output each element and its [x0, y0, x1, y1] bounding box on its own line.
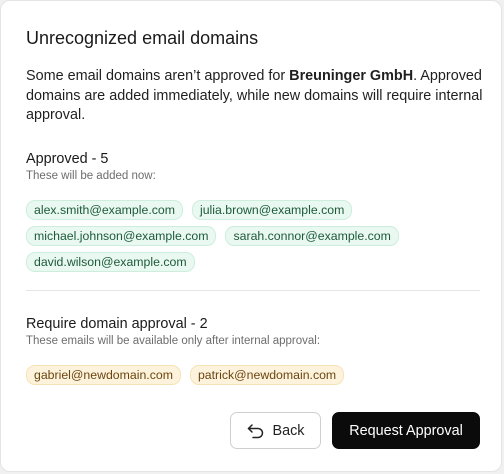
- description-prefix: Some email domains aren’t approved for: [26, 68, 290, 84]
- approved-section-subtitle: These will be added now:: [26, 170, 156, 182]
- request-approval-label: Request Approval: [349, 422, 463, 439]
- approved-email-list: alex.smith@example.com julia.brown@examp…: [26, 200, 486, 272]
- dialog-title: Unrecognized email domains: [26, 28, 259, 48]
- request-approval-button[interactable]: Request Approval: [332, 412, 480, 449]
- unrecognized-domains-dialog: Unrecognized email domains Some email do…: [0, 0, 502, 472]
- back-button[interactable]: Back: [230, 412, 321, 449]
- approved-section-title: Approved - 5: [26, 151, 109, 167]
- pending-email-chip: patrick@newdomain.com: [189, 365, 345, 385]
- approved-email-chip: sarah.connor@example.com: [225, 226, 399, 246]
- dialog-description: Some email domains aren’t approved for B…: [26, 67, 486, 126]
- section-divider: [26, 290, 480, 291]
- approved-email-chip: alex.smith@example.com: [26, 200, 183, 220]
- approved-email-chip: david.wilson@example.com: [26, 252, 195, 272]
- approved-email-chip: michael.johnson@example.com: [26, 226, 217, 246]
- undo-arrow-icon: [247, 423, 263, 438]
- pending-email-chip: gabriel@newdomain.com: [26, 365, 181, 385]
- approved-email-chip: julia.brown@example.com: [191, 200, 353, 220]
- organization-name: Breuninger GmbH: [289, 68, 414, 84]
- pending-email-list: gabriel@newdomain.com patrick@newdomain.…: [26, 365, 486, 385]
- back-button-label: Back: [272, 422, 305, 439]
- pending-section-title: Require domain approval - 2: [26, 316, 208, 332]
- pending-section-subtitle: These emails will be available only afte…: [26, 335, 321, 347]
